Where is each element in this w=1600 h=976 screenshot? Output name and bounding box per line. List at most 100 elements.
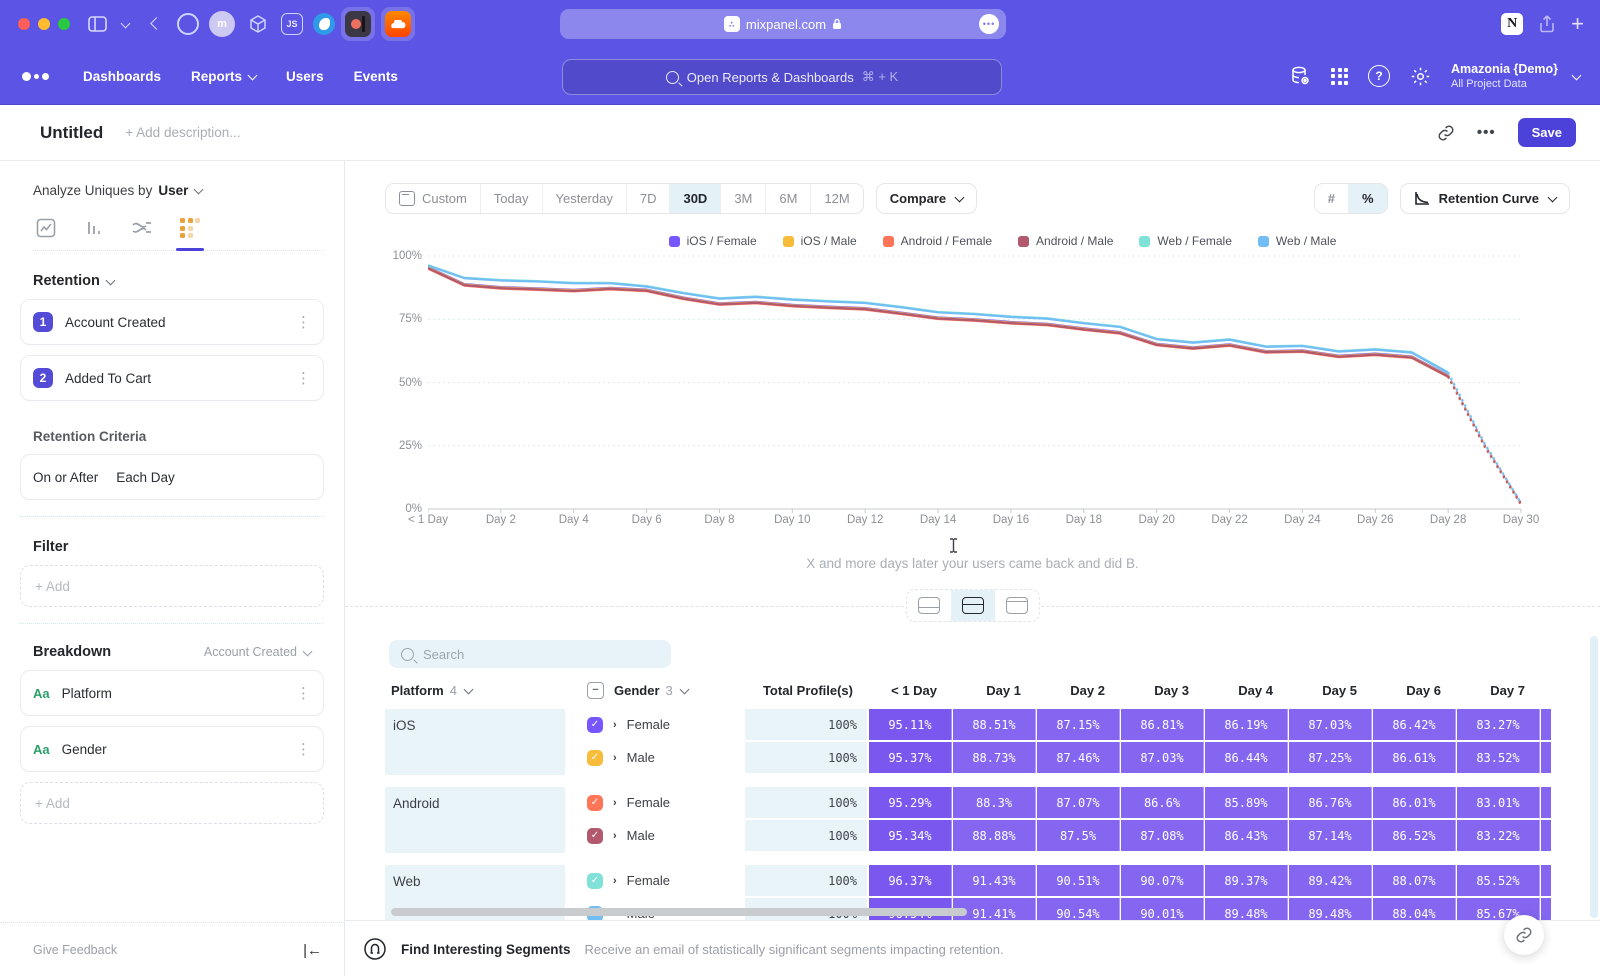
platform-cell[interactable]: iOS [385,709,565,775]
collapse-sidebar-icon[interactable]: |← [303,942,322,959]
retention-value-cell[interactable]: 83.52% [1457,742,1540,773]
col-header[interactable]: Day 5 [1289,683,1373,698]
gender-cell[interactable]: ✓›Female [565,865,745,896]
range-custom[interactable]: Custom [386,184,481,213]
retention-value-cell[interactable]: 89.37% [1205,865,1288,896]
retention-value-cell[interactable]: 85.52% [1457,865,1540,896]
gender-cell[interactable]: ✓›Male [565,820,745,851]
layout-chart-only-toggle[interactable] [907,590,951,621]
retention-criteria-card[interactable]: On or After Each Day [20,454,324,500]
range-3m[interactable]: 3M [721,184,766,213]
nav-item-dashboards[interactable]: Dashboards [83,69,161,84]
site-options-icon[interactable]: ••• [979,14,999,34]
nav-item-reports[interactable]: Reports [191,69,256,84]
retention-value-cell[interactable]: 87.03% [1121,742,1204,773]
expand-row-icon[interactable]: › [613,752,617,764]
more-options-icon[interactable]: ••• [1477,124,1496,141]
account-switcher[interactable]: Amazonia {Demo} All Project Data [1451,62,1580,90]
retention-value-cell[interactable]: 87.07% [1037,787,1120,818]
legend-item[interactable]: iOS / Female [669,234,757,248]
give-feedback-link[interactable]: Give Feedback [33,943,117,957]
gender-column-header[interactable]: − Gender 3 [565,682,745,699]
minimize-window-button[interactable] [38,18,50,30]
col-header[interactable]: Day 1 [953,683,1037,698]
expand-row-icon[interactable]: › [613,875,617,887]
breakdown-gender[interactable]: Aa Gender ⋮ [20,726,324,772]
close-window-button[interactable] [18,18,30,30]
step-options-icon[interactable]: ⋮ [296,313,311,331]
retention-value-cell[interactable]: 89.42% [1289,865,1372,896]
retention-value-cell[interactable]: 86.6% [1121,787,1204,818]
retention-value-cell[interactable]: 88.88% [953,820,1036,851]
series-checkbox[interactable]: ✓ [587,750,603,766]
retention-value-cell[interactable]: 83.27% [1457,709,1540,740]
add-breakdown-button[interactable]: + Add [20,782,324,824]
retention-value-cell[interactable]: 87.5% [1037,820,1120,851]
retention-value-cell[interactable]: 87.15% [1037,709,1120,740]
range-12m[interactable]: 12M [811,184,862,213]
retention-value-cell[interactable]: 95.37% [869,742,952,773]
select-all-checkbox[interactable]: − [587,682,604,699]
tab-retention[interactable] [177,218,203,238]
breakdown-platform[interactable]: Aa Platform ⋮ [20,670,324,716]
gender-cell[interactable]: ✓›Male [565,742,745,773]
range-6m[interactable]: 6M [766,184,811,213]
app-icon-js[interactable]: JS [281,13,303,35]
compare-button[interactable]: Compare [876,183,977,214]
retention-value-cell[interactable]: 87.14% [1289,820,1372,851]
mixpanel-logo[interactable] [22,72,49,81]
retention-section-header[interactable]: Retention [33,273,311,289]
report-description-placeholder[interactable]: + Add description... [125,125,240,140]
share-icon[interactable] [1539,15,1555,33]
copy-link-icon[interactable] [1437,124,1455,142]
new-tab-icon[interactable]: + [1571,13,1584,35]
layout-split-toggle[interactable] [951,590,995,621]
maximize-window-button[interactable] [58,18,70,30]
retention-value-cell[interactable]: 83.01% [1457,787,1540,818]
chart-type-dropdown[interactable]: Retention Curve [1400,183,1570,214]
data-management-icon[interactable] [1289,65,1311,87]
breakdown-options-icon[interactable]: ⋮ [296,740,311,758]
retention-step-1[interactable]: 1 Account Created ⋮ [20,299,324,345]
legend-item[interactable]: iOS / Male [783,234,857,248]
legend-item[interactable]: Web / Female [1139,234,1231,248]
global-search-input[interactable]: Open Reports & Dashboards ⌘ + K [562,59,1002,95]
report-title[interactable]: Untitled [40,123,103,143]
legend-item[interactable]: Android / Female [883,234,992,248]
app-icon-ring[interactable] [177,13,199,35]
address-bar[interactable]: ∴ mixpanel.com ••• [560,9,1006,39]
gender-cell[interactable]: ✓›Female [565,709,745,740]
horizontal-scrollbar[interactable] [391,908,967,916]
layout-table-only-toggle[interactable] [995,590,1039,621]
help-icon[interactable]: ? [1368,65,1390,87]
col-header[interactable]: Day 4 [1205,683,1289,698]
retention-value-cell[interactable]: 88.73% [953,742,1036,773]
retention-value-cell[interactable]: 88.51% [953,709,1036,740]
unit-percent-toggle[interactable]: % [1349,184,1387,213]
tab-insights[interactable] [33,218,59,238]
sidebar-toggle-icon[interactable] [88,16,107,32]
save-button[interactable]: Save [1518,118,1576,147]
step-options-icon[interactable]: ⋮ [296,369,311,387]
app-icon-avatar[interactable]: m [209,11,235,37]
expand-row-icon[interactable]: › [613,830,617,842]
range-yesterday[interactable]: Yesterday [543,184,627,213]
col-header[interactable]: < 1 Day [869,683,953,698]
retention-value-cell[interactable]: 95.29% [869,787,952,818]
back-icon[interactable] [145,19,161,30]
legend-item[interactable]: Web / Male [1258,234,1336,248]
retention-value-cell[interactable]: 83.22% [1457,820,1540,851]
series-checkbox[interactable]: ✓ [587,828,603,844]
app-icon-bird[interactable] [313,13,335,35]
app-icon-soundcloud-tab[interactable] [381,7,415,41]
total-profiles-header[interactable]: Total Profile(s) [745,683,869,698]
expand-row-icon[interactable]: › [613,719,617,731]
retention-value-cell[interactable]: 95.34% [869,820,952,851]
table-search-input[interactable]: Search [389,640,671,668]
platform-cell[interactable]: Android [385,787,565,853]
col-header[interactable]: Day 7 [1457,683,1541,698]
retention-step-2[interactable]: 2 Added To Cart ⋮ [20,355,324,401]
series-checkbox[interactable]: ✓ [587,795,603,811]
chevron-down-icon[interactable] [115,20,129,29]
app-icon-dark-tab[interactable] [341,7,375,41]
